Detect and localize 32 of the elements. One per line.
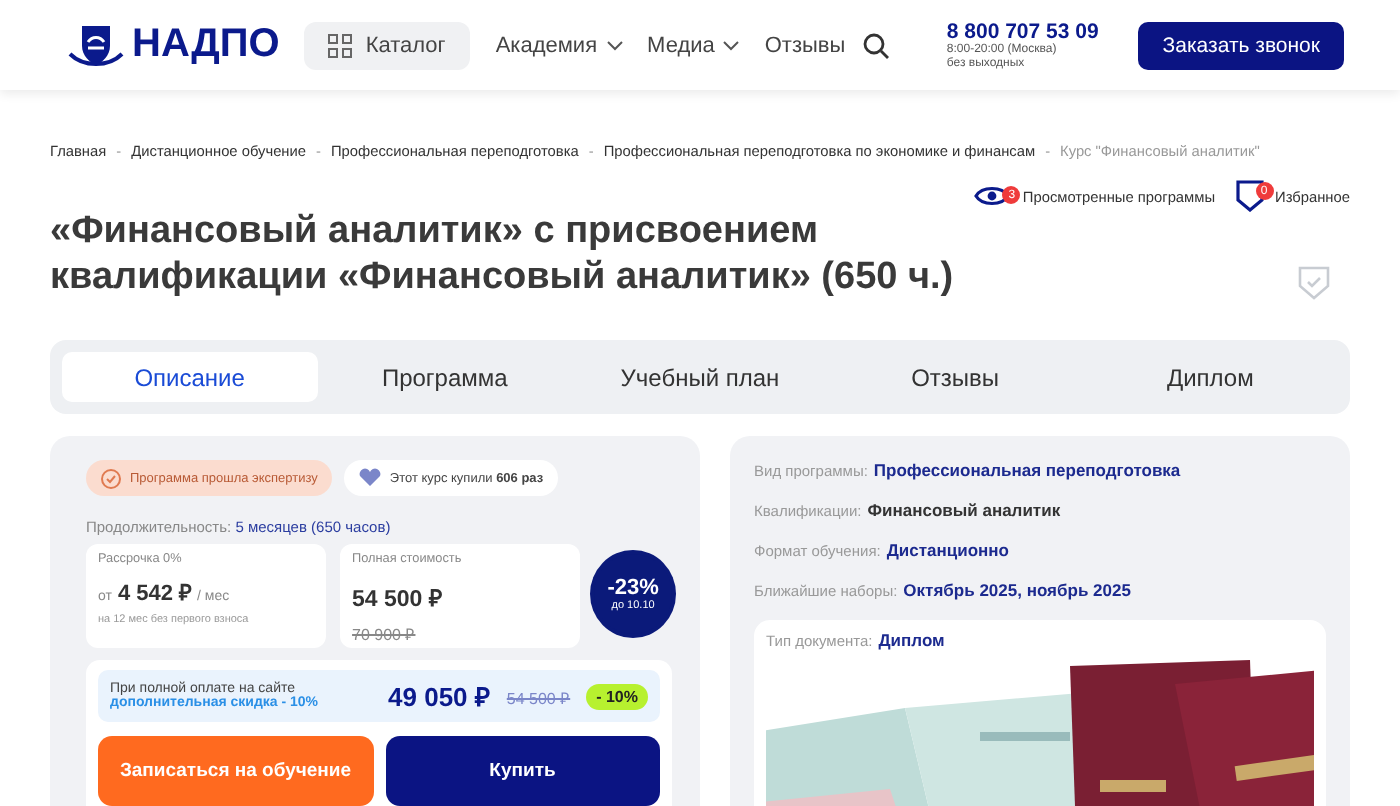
discount-tag: - 10% <box>586 683 648 709</box>
page-title: «Финансовый аналитик» с присвоением квалификации «Финансовый аналитик» (650 ч.) <box>50 208 956 300</box>
discount-percent: -23% <box>607 576 659 600</box>
heart-icon <box>357 468 382 488</box>
installment-price: 4 542 ₽ <box>117 580 192 606</box>
crest-icon <box>66 21 126 69</box>
info-value: Октябрь 2025, ноябрь 2025 <box>903 580 1131 600</box>
tab[interactable]: Описание <box>62 352 318 402</box>
nav-link[interactable]: Академия <box>495 33 624 57</box>
tab[interactable]: Диплом <box>1082 352 1338 402</box>
search-icon[interactable] <box>862 31 891 59</box>
call-button[interactable]: Заказать звонок <box>1138 21 1344 69</box>
info-value: Диплом <box>878 630 945 650</box>
buy-button[interactable]: Купить <box>385 736 660 806</box>
full-price: 54 500 ₽ <box>352 586 445 612</box>
logo[interactable]: НАДПО <box>132 22 280 68</box>
old-price: 54 500 ₽ <box>506 687 571 707</box>
old-price: 70 900 ₽ <box>352 624 418 644</box>
info-value: Профессиональная переподготовка <box>873 460 1181 480</box>
nav-link[interactable]: Медиа <box>647 33 741 57</box>
tab[interactable]: Отзывы <box>827 352 1083 402</box>
site-price: 49 050 ₽ <box>388 680 491 714</box>
info-value: Финансовый аналитик <box>867 500 1061 520</box>
shield-check-icon[interactable] <box>1298 264 1330 300</box>
phone-number[interactable]: 8 800 707 53 09 <box>946 19 1099 43</box>
grid-icon <box>327 33 352 57</box>
info-value: Дистанционно <box>886 540 1009 560</box>
nav-link[interactable]: Отзывы <box>764 33 846 57</box>
catalog-button[interactable]: Каталог <box>303 21 470 69</box>
tab[interactable]: Программа <box>317 352 573 402</box>
tab[interactable]: Учебный план <box>572 352 828 402</box>
seal-icon <box>100 467 122 489</box>
